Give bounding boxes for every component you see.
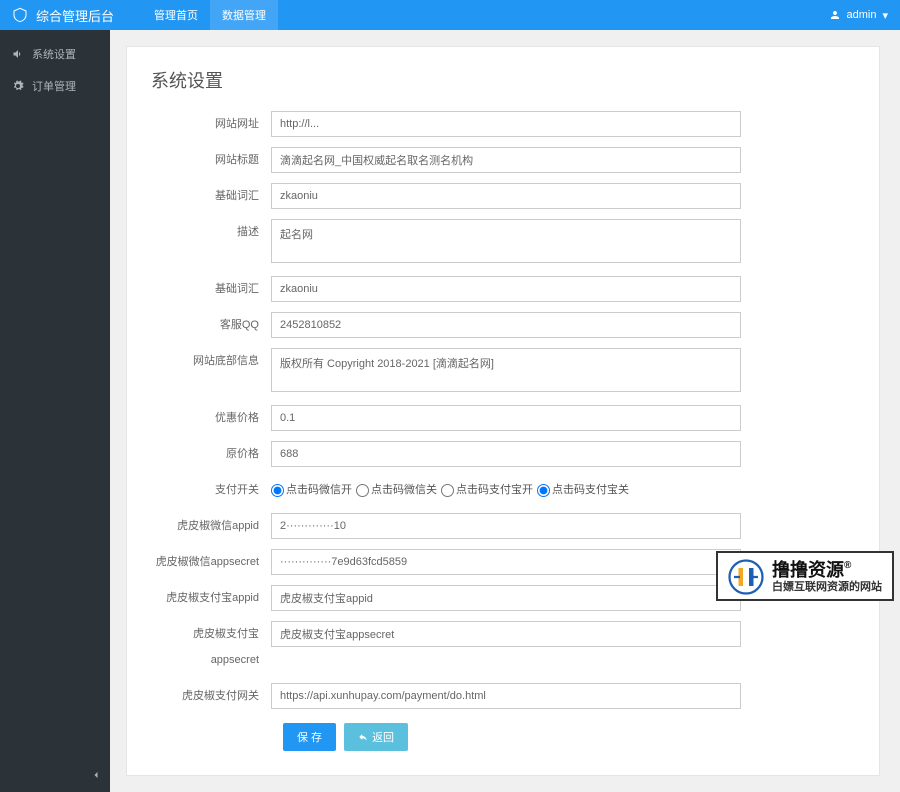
input-ali-appid[interactable] [271,585,741,611]
label-site-url: 网站网址 [151,111,271,137]
sidebar-item-label: 订单管理 [32,78,76,94]
input-keywords1[interactable] [271,183,741,209]
user-name: admin [847,9,877,21]
watermark-subtitle: 白嫖互联网资源的网站 [772,581,882,594]
input-ali-appsecret[interactable] [271,621,741,647]
radio-wx-off[interactable]: 点击码微信关 [356,477,437,503]
input-original-price[interactable] [271,441,741,467]
textarea-footer-info[interactable]: 版权所有 Copyright 2018-2021 [滴滴起名网] [271,348,741,392]
radio-wx-on[interactable]: 点击码微信开 [271,477,352,503]
top-nav: 管理首页 数据管理 [142,0,278,30]
sidebar: 系统设置 订单管理 [0,30,110,792]
radio-input[interactable] [441,484,454,497]
input-site-url[interactable] [271,111,741,137]
input-keywords2[interactable] [271,276,741,302]
input-wx-appsecret[interactable] [271,549,741,575]
radio-input[interactable] [356,484,369,497]
settings-panel: 系统设置 网站网址 网站标题 基础词汇 描述起名网 基础词汇 客服QQ 网站底部… [126,46,880,776]
radio-ali-off[interactable]: 点击码支付宝关 [537,477,629,503]
label-ali-appsecret: 虎皮椒支付宝appsecret [151,621,271,673]
reply-icon [358,732,368,742]
label-keywords2: 基础词汇 [151,276,271,302]
label-pay-gateway: 虎皮椒支付网关 [151,683,271,709]
gear-icon [12,80,24,92]
label-original-price: 原价格 [151,441,271,467]
user-icon [829,9,841,21]
nav-data[interactable]: 数据管理 [210,0,278,30]
main-content: 系统设置 网站网址 网站标题 基础词汇 描述起名网 基础词汇 客服QQ 网站底部… [110,30,900,792]
back-button[interactable]: 返回 [344,723,408,751]
label-site-title: 网站标题 [151,147,271,173]
input-site-title[interactable] [271,147,741,173]
page-title: 系统设置 [151,67,855,93]
top-left: 综合管理后台 管理首页 数据管理 [12,0,278,30]
label-keywords1: 基础词汇 [151,183,271,209]
user-menu[interactable]: admin ▾ [829,9,889,22]
sidebar-item-system[interactable]: 系统设置 [0,38,110,70]
radio-input[interactable] [271,484,284,497]
input-service-qq[interactable] [271,312,741,338]
input-wx-appid[interactable] [271,513,741,539]
watermark: 撸撸资源® 白嫖互联网资源的网站 [716,551,894,601]
label-service-qq: 客服QQ [151,312,271,338]
save-button[interactable]: 保 存 [283,723,336,751]
watermark-logo-icon [728,559,764,595]
radio-input[interactable] [537,484,550,497]
label-ali-appid: 虎皮椒支付宝appid [151,585,271,611]
label-wx-appsecret: 虎皮椒微信appsecret [151,549,271,575]
sidebar-collapse-button[interactable] [90,769,102,784]
watermark-title: 撸撸资源® [772,560,882,582]
label-footer-info: 网站底部信息 [151,348,271,374]
input-promo-price[interactable] [271,405,741,431]
top-bar: 综合管理后台 管理首页 数据管理 admin ▾ [0,0,900,30]
radio-group-pay-switch: 点击码微信开 点击码微信关 点击码支付宝开 点击码支付宝关 [271,477,741,503]
chevron-down-icon: ▾ [882,9,888,22]
textarea-description[interactable]: 起名网 [271,219,741,263]
sidebar-item-label: 系统设置 [32,46,76,62]
sidebar-item-orders[interactable]: 订单管理 [0,70,110,102]
shield-icon [12,6,28,24]
label-promo-price: 优惠价格 [151,405,271,431]
chevron-left-icon [90,769,102,781]
brand-title: 综合管理后台 [36,6,114,25]
label-wx-appid: 虎皮椒微信appid [151,513,271,539]
radio-ali-on[interactable]: 点击码支付宝开 [441,477,533,503]
label-description: 描述 [151,219,271,245]
label-pay-switch: 支付开关 [151,477,271,503]
input-pay-gateway[interactable] [271,683,741,709]
nav-home[interactable]: 管理首页 [142,0,210,30]
volume-icon [12,48,24,60]
